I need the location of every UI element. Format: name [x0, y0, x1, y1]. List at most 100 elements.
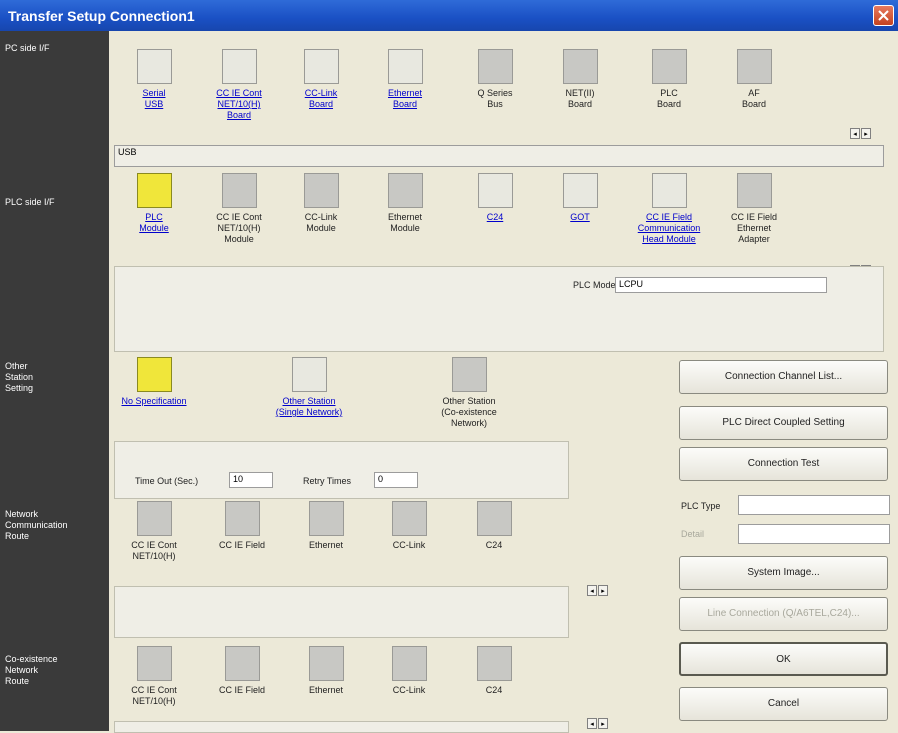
plc-type-label: PLC Type [681, 501, 721, 511]
placeholder-icon [224, 646, 260, 681]
placeholder-icon [477, 49, 513, 84]
plc-side-item-label: C24 [486, 212, 504, 222]
placeholder-icon [221, 173, 257, 208]
placeholder-icon [224, 501, 260, 536]
pc-side-item-label: NET(II) Board [565, 88, 595, 109]
placeholder-icon [136, 501, 172, 536]
network-route-scroller[interactable]: ◂ ▸ [587, 580, 611, 596]
other-station-item-label: Other Station (Single Network) [275, 396, 343, 417]
close-icon [878, 10, 889, 21]
pc-side-item-0[interactable]: Serial USB [114, 49, 194, 110]
pc-side-item-6[interactable]: PLC Board [629, 49, 709, 110]
other-station-item-0[interactable]: No Specification [114, 357, 194, 407]
other-station-item-1[interactable]: Other Station (Single Network) [269, 357, 349, 418]
plc-side-item-label: CC IE Cont NET/10(H) Module [216, 212, 262, 244]
main-panel: Serial USB CC IE Cont NET/10(H) Board CC-L… [109, 31, 898, 733]
placeholder-icon [303, 173, 339, 208]
placeholder-icon [387, 173, 423, 208]
placeholder-icon [451, 357, 487, 392]
pc-side-item-2[interactable]: CC-Link Board [281, 49, 361, 110]
coexistence-route-item-label: CC IE Cont NET/10(H) [131, 685, 177, 706]
coexistence-route-item-0[interactable]: CC IE Cont NET/10(H) [114, 646, 194, 707]
coexistence-route-item-2[interactable]: Ethernet [286, 646, 366, 696]
placeholder-icon [476, 501, 512, 536]
plc-type-field [738, 495, 890, 515]
pc-side-item-1[interactable]: CC IE Cont NET/10(H) Board [199, 49, 279, 121]
network-route-item-2[interactable]: Ethernet [286, 501, 366, 551]
network-route-item-1[interactable]: CC IE Field [202, 501, 282, 551]
window-title: Transfer Setup Connection1 [8, 8, 195, 24]
no-spec-icon [136, 357, 172, 392]
pc-side-scroller[interactable]: ◂ ▸ [850, 123, 874, 139]
plc-side-item-2[interactable]: CC-Link Module [281, 173, 361, 234]
network-route-item-3[interactable]: CC-Link [369, 501, 449, 551]
head-module-icon [651, 173, 687, 208]
usb-icon [136, 49, 172, 84]
plc-side-item-6[interactable]: CC IE Field Communication Head Module [629, 173, 709, 245]
placeholder-icon [736, 173, 772, 208]
network-route-item-4[interactable]: C24 [454, 501, 534, 551]
retry-field[interactable]: 0 [374, 472, 418, 488]
placeholder-icon [391, 501, 427, 536]
plc-side-item-0[interactable]: PLC Module [114, 173, 194, 234]
plc-side-item-4[interactable]: C24 [455, 173, 535, 223]
detail-field [738, 524, 890, 544]
plc-side-label: PLC side I/F [5, 197, 55, 207]
pc-side-item-label: PLC Board [656, 88, 682, 109]
plc-side-item-3[interactable]: Ethernet Module [365, 173, 445, 234]
system-image-button[interactable]: System Image... [679, 556, 888, 590]
scroll-left-icon[interactable]: ◂ [587, 585, 597, 596]
pc-side-item-5[interactable]: NET(II) Board [540, 49, 620, 110]
placeholder-icon [736, 49, 772, 84]
scroll-left-icon[interactable]: ◂ [850, 128, 860, 139]
network-route-item-label: CC IE Field [218, 540, 265, 550]
plc-direct-coupled-button[interactable]: PLC Direct Coupled Setting [679, 406, 888, 440]
pc-side-label: PC side I/F [5, 43, 50, 53]
coexistence-route-label: Co-existence Network Route [5, 654, 58, 686]
plc-side-item-label: Ethernet Module [387, 212, 423, 233]
scroll-left-icon[interactable]: ◂ [587, 718, 597, 729]
placeholder-icon [562, 49, 598, 84]
pc-side-item-label: AF Board [741, 88, 767, 109]
other-station-item-label: Other Station (Co-existence Network) [441, 396, 497, 428]
plc-side-detail-panel: PLC Mode LCPU [114, 266, 884, 352]
connection-channel-list-button[interactable]: Connection Channel List... [679, 360, 888, 394]
pc-side-item-label: Serial USB [142, 88, 166, 109]
pc-side-item-4[interactable]: Q Series Bus [455, 49, 535, 110]
cancel-button[interactable]: Cancel [679, 687, 888, 721]
scroll-right-icon[interactable]: ▸ [598, 585, 608, 596]
placeholder-icon [308, 646, 344, 681]
ok-button[interactable]: OK [679, 642, 888, 676]
network-route-panel [114, 586, 569, 638]
network-route-item-label: Ethernet [308, 540, 344, 550]
connection-test-button[interactable]: Connection Test [679, 447, 888, 481]
board-icon [387, 49, 423, 84]
coexistence-route-item-3[interactable]: CC-Link [369, 646, 449, 696]
single-network-icon [291, 357, 327, 392]
coexistence-route-item-1[interactable]: CC IE Field [202, 646, 282, 696]
pc-side-item-3[interactable]: Ethernet Board [365, 49, 445, 110]
network-route-item-0[interactable]: CC IE Cont NET/10(H) [114, 501, 194, 562]
coexistence-route-item-label: C24 [485, 685, 503, 695]
plc-side-item-7[interactable]: CC IE Field Ethernet Adapter [714, 173, 794, 245]
section-sidebar: PC side I/F PLC side I/F Other Station S… [0, 31, 109, 731]
plc-side-item-label: GOT [570, 212, 590, 222]
coexistence-route-item-4[interactable]: C24 [454, 646, 534, 696]
plc-mode-field[interactable]: LCPU [615, 277, 827, 293]
scroll-right-icon[interactable]: ▸ [861, 128, 871, 139]
plc-mode-label: PLC Mode [573, 280, 616, 290]
plc-side-item-label: CC IE Field Communication Head Module [637, 212, 701, 244]
plc-side-item-5[interactable]: GOT [540, 173, 620, 223]
plc-side-item-label: PLC Module [139, 212, 169, 233]
timeout-field[interactable]: 10 [229, 472, 273, 488]
network-route-label: Network Communication Route [5, 509, 68, 541]
other-station-item-2[interactable]: Other Station (Co-existence Network) [429, 357, 509, 429]
coexistence-route-scroller[interactable]: ◂ ▸ [587, 713, 611, 729]
close-button[interactable] [873, 5, 894, 26]
plc-side-item-1[interactable]: CC IE Cont NET/10(H) Module [199, 173, 279, 245]
got-icon [562, 173, 598, 208]
pc-side-item-7[interactable]: AF Board [714, 49, 794, 110]
scroll-right-icon[interactable]: ▸ [598, 718, 608, 729]
pc-side-value-field: USB [114, 145, 884, 167]
placeholder-icon [391, 646, 427, 681]
